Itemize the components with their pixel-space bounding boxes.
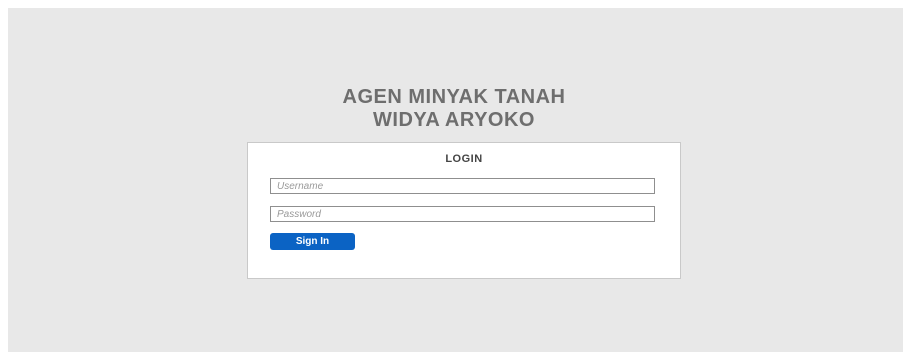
app-title: AGEN MINYAK TANAH WIDYA ARYOKO bbox=[0, 86, 908, 132]
app-title-line2: WIDYA ARYOKO bbox=[373, 109, 535, 131]
password-input[interactable] bbox=[270, 206, 655, 222]
sign-in-button[interactable]: Sign In bbox=[270, 233, 355, 250]
app-title-line1: AGEN MINYAK TANAH bbox=[342, 86, 566, 108]
login-heading: LOGIN bbox=[445, 153, 483, 165]
username-input[interactable] bbox=[270, 178, 655, 194]
login-card: LOGIN Sign In bbox=[247, 142, 681, 279]
